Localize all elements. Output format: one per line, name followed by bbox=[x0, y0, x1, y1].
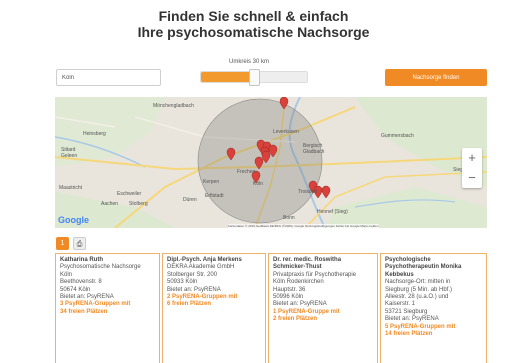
map-canvas: Mönchengladbach Leverkusen Bergisch Glad… bbox=[55, 97, 487, 228]
card-line: Stolberger Str. 200 bbox=[167, 271, 218, 278]
map-label-aachen: Aachen bbox=[101, 201, 118, 207]
zoom-out-button[interactable]: − bbox=[462, 168, 482, 188]
radius-slider[interactable] bbox=[200, 69, 308, 86]
card-line: Psychosomatische Nachsorge bbox=[60, 264, 141, 271]
map-label-stolberg: Stolberg bbox=[129, 201, 148, 207]
card-groups[interactable]: 2 PsyRENA-Gruppen mit bbox=[167, 294, 261, 301]
map-label-bonn: Bonn bbox=[283, 215, 295, 221]
map-credit[interactable]: Kartendaten © 2019 GeoBasis-DE/BKG (©200… bbox=[228, 224, 379, 228]
map-label-maastricht: Maastricht bbox=[59, 185, 83, 191]
print-icon[interactable]: ⎙ bbox=[73, 237, 86, 250]
card-name: Dr. rer. medic. Roswitha bbox=[273, 257, 342, 263]
card-line: 50674 Köln bbox=[60, 286, 91, 293]
card-line: 50933 Köln bbox=[167, 279, 198, 286]
card-line: Bietet an: PsyRENA bbox=[385, 316, 439, 323]
card-groups[interactable]: 2 freien Plätzen bbox=[273, 316, 373, 323]
radius-label: Umkreis 30 km bbox=[229, 59, 270, 65]
radius-slider-fill bbox=[201, 72, 254, 82]
result-card-2[interactable]: Dipl.-Psych. Anja Merkens DEKRA Akademie… bbox=[162, 253, 266, 363]
card-line: 50996 Köln bbox=[273, 294, 304, 301]
card-line: DEKRA Akademie GmbH bbox=[167, 264, 235, 271]
map-label-frechen: Frechen bbox=[237, 169, 256, 175]
zoom-in-button[interactable]: + bbox=[462, 148, 482, 168]
find-aftercare-button[interactable]: Nachsorge finden bbox=[385, 69, 487, 86]
map-label-koeln: Köln bbox=[253, 181, 263, 187]
card-line: Köln Rodenkirchen bbox=[273, 279, 324, 286]
map-label-erftstadt: Erftstadt bbox=[205, 193, 224, 199]
card-line: Kaiserstr. 1 bbox=[385, 301, 416, 308]
card-line: Köln bbox=[60, 271, 73, 278]
card-groups[interactable]: 1 PsyRENA-Gruppe mit bbox=[273, 309, 373, 316]
card-line: Alleestr. 28 (u.a.O.) und bbox=[385, 294, 449, 301]
card-line: Privatpraxis für Psychotherapie bbox=[273, 271, 357, 278]
list-view-tab[interactable]: 1 bbox=[56, 237, 69, 250]
card-groups[interactable]: 6 freien Plätzen bbox=[167, 301, 261, 308]
card-groups[interactable]: 34 freien Plätzen bbox=[60, 309, 155, 316]
radius-slider-thumb[interactable] bbox=[249, 69, 260, 86]
result-card-4[interactable]: Psychologische Psychotherapeutin Monika … bbox=[380, 253, 487, 363]
result-card-3[interactable]: Dr. rer. medic. Roswitha Schmicker-Thust… bbox=[268, 253, 378, 363]
card-line: Bietet an: PsyRENA bbox=[60, 294, 114, 301]
google-logo: Google bbox=[58, 215, 89, 225]
card-line: Siegburg (5 Min. ab Hbf.) bbox=[385, 286, 453, 293]
map-label-geleen: Geleen bbox=[61, 153, 77, 159]
card-name: Psychologische bbox=[385, 257, 431, 263]
map-zoom-control[interactable]: + − bbox=[462, 148, 482, 188]
location-input[interactable] bbox=[56, 69, 161, 86]
result-card-1[interactable]: Katharina Ruth Psychosomatische Nachsorg… bbox=[55, 253, 160, 363]
card-line: Bietet an: PsyRENA bbox=[167, 286, 221, 293]
map-label-gummersbach: Gummersbach bbox=[381, 133, 414, 139]
card-name: Psychotherapeutin Monika bbox=[385, 264, 462, 271]
card-groups[interactable]: 3 PsyRENA-Gruppen mit bbox=[60, 301, 155, 308]
card-groups[interactable]: 14 freien Plätzen bbox=[385, 331, 482, 338]
map-label-troisdorf: Troisdorf bbox=[298, 189, 318, 195]
card-name: Katharina Ruth bbox=[60, 257, 104, 263]
map-label-moenchengladbach: Mönchengladbach bbox=[153, 103, 194, 109]
card-name: Schmicker-Thust bbox=[273, 264, 322, 271]
map-label-hennef: Hennef (Sieg) bbox=[317, 209, 348, 215]
page-title: Finden Sie schnell & einfach bbox=[158, 8, 349, 24]
card-name: Dipl.-Psych. Anja Merkens bbox=[167, 257, 242, 263]
card-line: 53721 Siegburg bbox=[385, 308, 428, 315]
card-groups[interactable]: 5 PsyRENA-Gruppen mit bbox=[385, 324, 482, 331]
map-label-gladbach: Gladbach bbox=[303, 149, 325, 155]
page-subtitle: Ihre psychosomatische Nachsorge bbox=[137, 24, 370, 40]
card-line: Bietet an: PsyRENA bbox=[273, 301, 327, 308]
map-label-eschweiler: Eschweiler bbox=[117, 191, 142, 197]
map-label-dueren: Düren bbox=[183, 197, 197, 203]
card-line: Hauptstr. 36 bbox=[273, 286, 306, 293]
card-name: Kebbekus bbox=[385, 271, 414, 278]
map-label-leverkusen: Leverkusen bbox=[273, 129, 299, 135]
map[interactable]: Mönchengladbach Leverkusen Bergisch Glad… bbox=[55, 97, 487, 228]
card-line: Beethovenstr. 8 bbox=[60, 279, 102, 286]
card-line: Nachsorge-Ort: mitten in bbox=[385, 279, 451, 286]
map-label-heinsberg: Heinsberg bbox=[83, 131, 106, 137]
map-label-kerpen: Kerpen bbox=[203, 179, 219, 185]
